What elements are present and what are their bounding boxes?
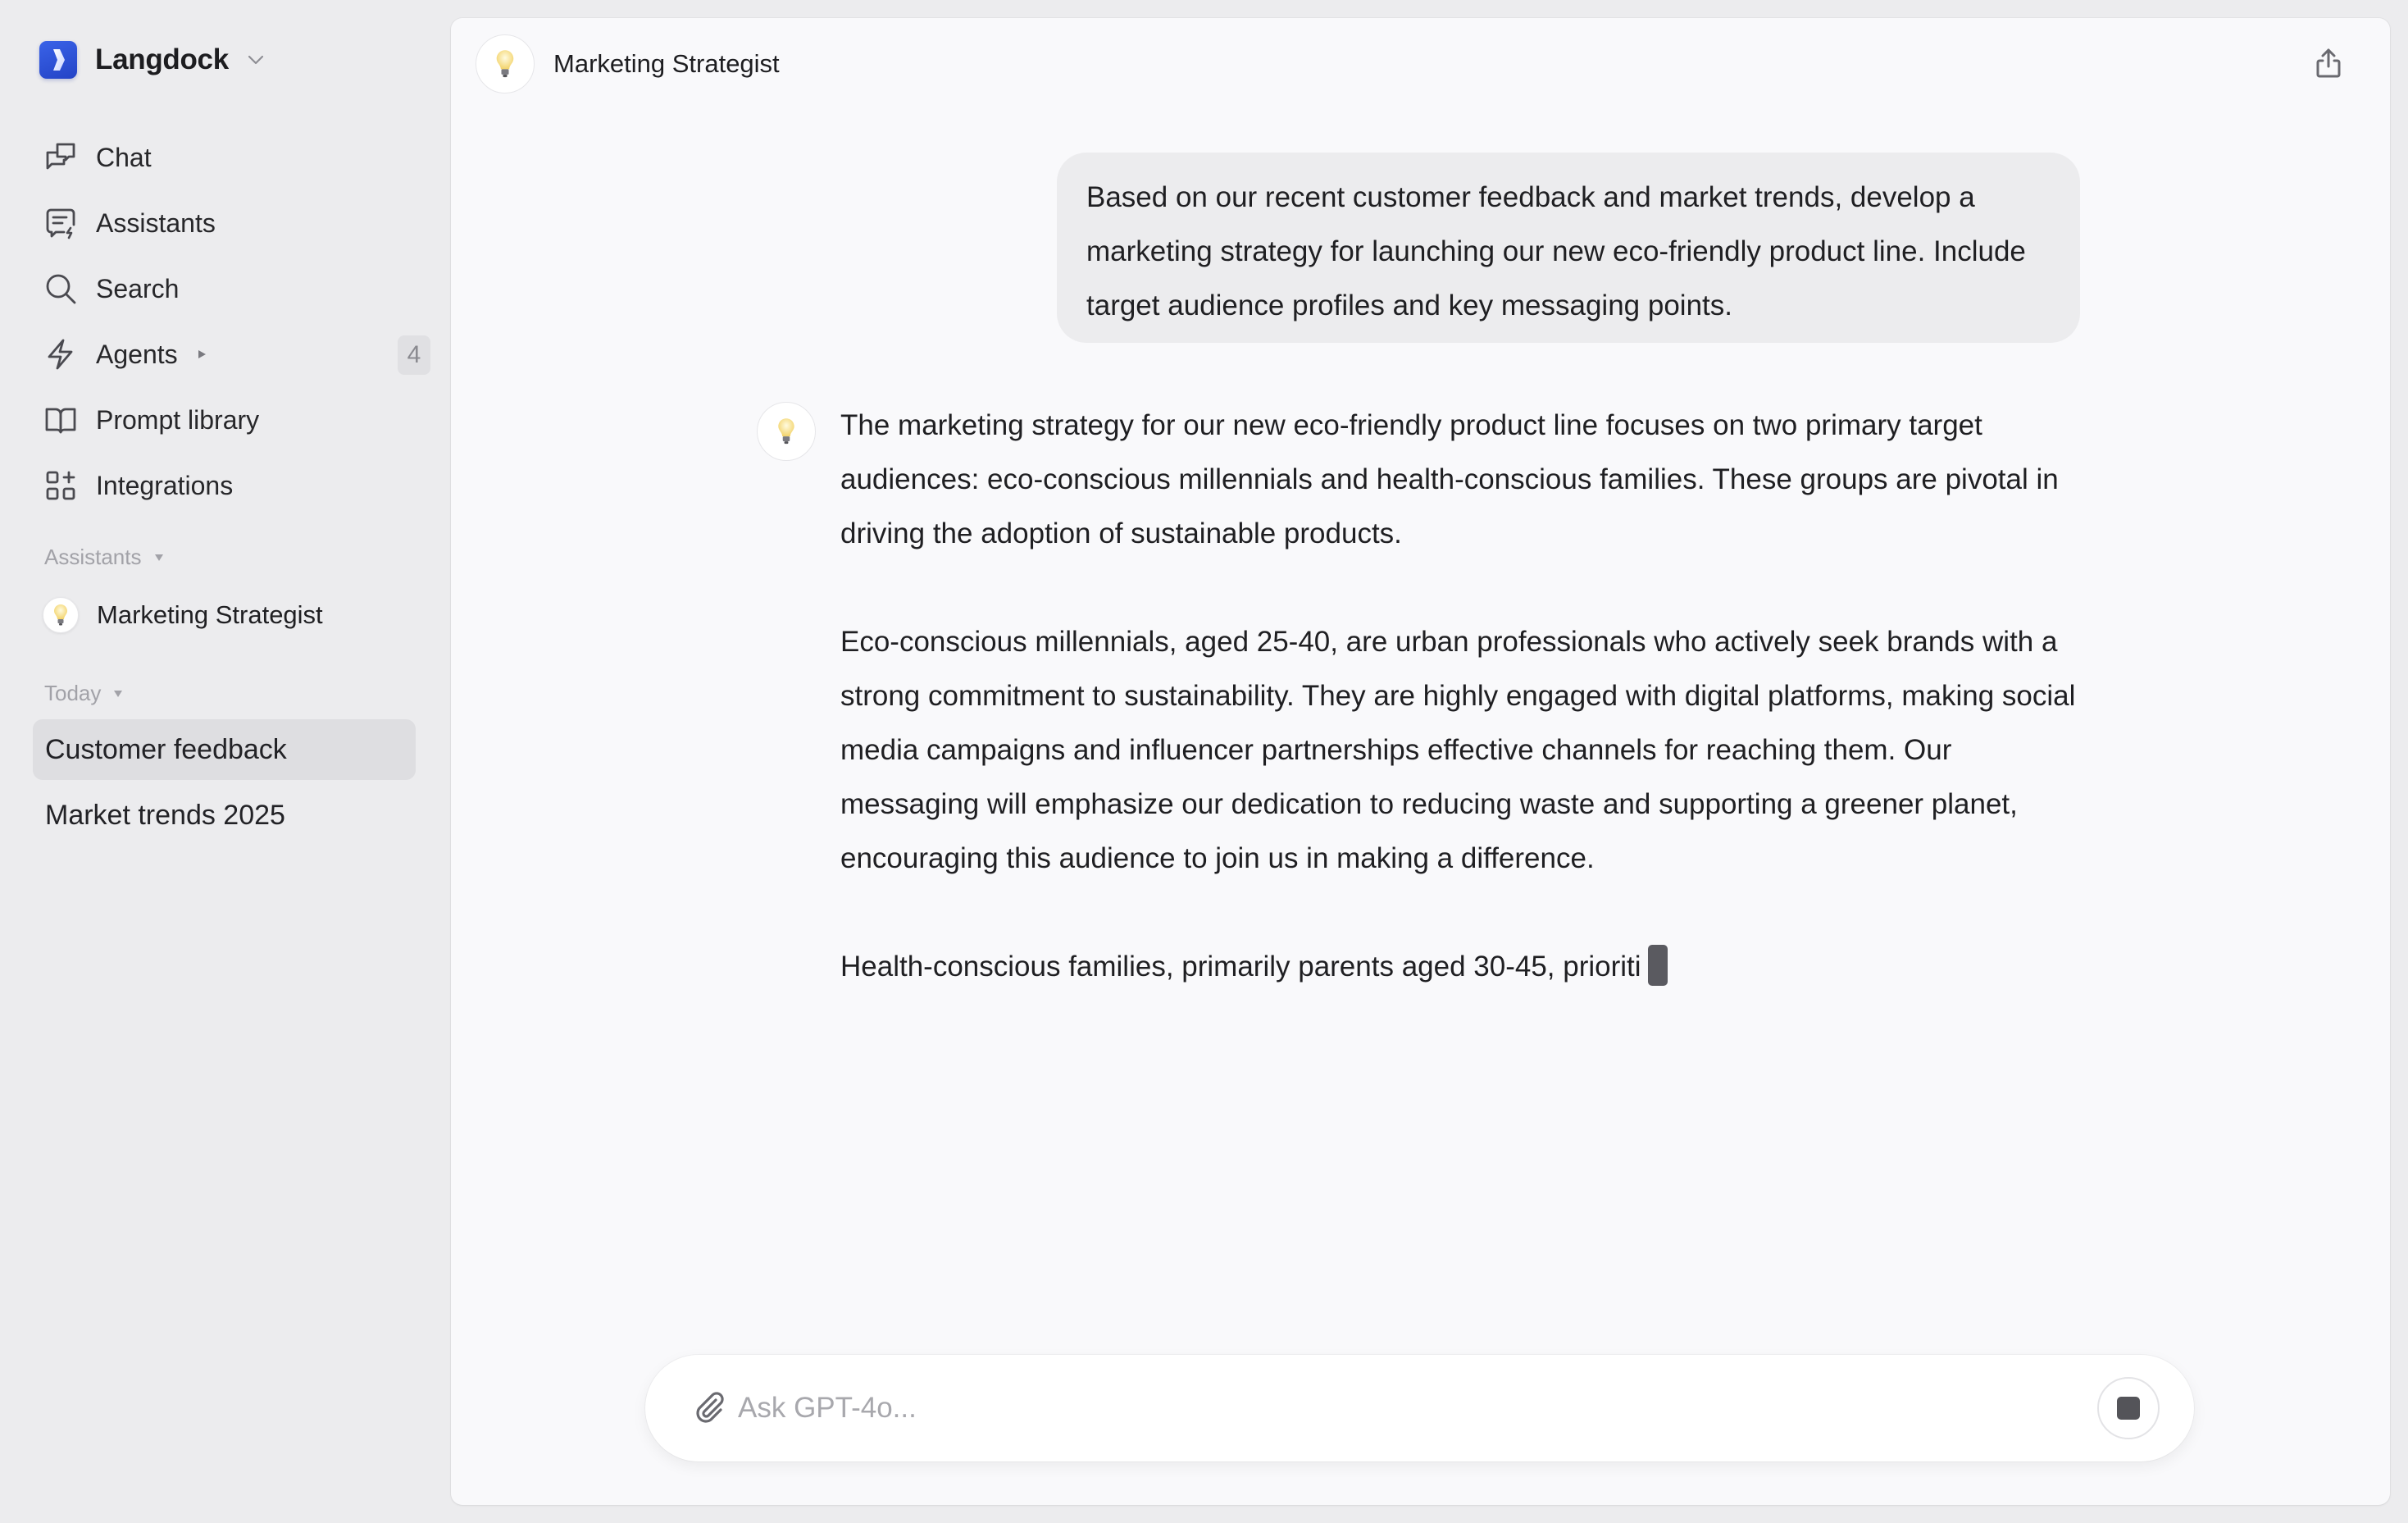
streaming-cursor <box>1647 945 1668 986</box>
caret-down-icon <box>154 554 164 562</box>
main-nav: Chat Assistants Search Agents 4 Prompt l… <box>33 125 430 518</box>
history-item-market-trends-2025[interactable]: Market trends 2025 <box>33 785 416 846</box>
response-paragraph: The marketing strategy for our new eco-f… <box>840 409 2059 549</box>
app-window: Langdock Chat Assistants Search Agents 4… <box>0 0 2408 1523</box>
caret-down-icon <box>113 690 123 698</box>
nav-label: Search <box>96 273 180 303</box>
nav-item-agents[interactable]: Agents 4 <box>33 321 430 387</box>
workspace-switcher[interactable]: Langdock <box>39 41 265 79</box>
search-icon <box>44 272 77 305</box>
nav-item-chat[interactable]: Chat <box>33 125 418 190</box>
sidebar-assistant-marketing-strategist[interactable]: Marketing Strategist <box>33 586 418 644</box>
book-icon <box>44 404 77 436</box>
response-paragraph-streaming: Health-conscious families, primarily par… <box>840 940 2087 994</box>
chat-bubbles-icon <box>44 141 77 174</box>
nav-item-search[interactable]: Search <box>33 256 418 321</box>
nav-label: Integrations <box>96 470 234 500</box>
chat-panel: Marketing Strategist Based on our recent… <box>451 18 2390 1505</box>
history-item-customer-feedback[interactable]: Customer feedback <box>33 719 416 780</box>
langdock-logo-icon <box>39 41 77 79</box>
assistant-response-avatar <box>757 402 816 461</box>
section-label: Assistants <box>44 545 142 569</box>
assistant-title: Marketing Strategist <box>553 49 780 78</box>
attach-button[interactable] <box>690 1389 728 1427</box>
stop-generation-button[interactable] <box>2097 1377 2160 1439</box>
assistant-message-icon <box>44 207 77 239</box>
nav-label: Chat <box>96 142 152 172</box>
assistants-section-toggle[interactable]: Assistants <box>44 545 164 570</box>
agents-count-badge: 4 <box>398 335 430 375</box>
nav-label: Agents <box>96 339 178 369</box>
sidebar: Langdock Chat Assistants Search Agents 4… <box>0 0 451 1523</box>
stop-icon <box>2117 1397 2140 1420</box>
today-section-toggle[interactable]: Today <box>44 681 123 706</box>
lightning-icon <box>44 338 77 371</box>
lightbulb-icon <box>43 597 79 633</box>
share-icon <box>2315 47 2342 84</box>
nav-item-prompt-library[interactable]: Prompt library <box>33 387 418 453</box>
section-label: Today <box>44 681 102 705</box>
user-message: Based on our recent customer feedback an… <box>1057 153 2080 343</box>
response-paragraph: Health-conscious families, primarily par… <box>840 951 1641 983</box>
grid-plus-icon <box>44 469 77 502</box>
share-button[interactable] <box>2308 44 2349 85</box>
assistant-avatar[interactable] <box>476 34 535 93</box>
nav-label: Prompt library <box>96 404 260 435</box>
workspace-name: Langdock <box>95 43 229 75</box>
message-composer <box>645 1355 2194 1461</box>
assistant-label: Marketing Strategist <box>97 600 323 629</box>
response-paragraph: Eco-conscious millennials, aged 25-40, a… <box>840 626 2076 874</box>
nav-label: Assistants <box>96 207 216 238</box>
lightbulb-icon <box>496 50 514 78</box>
nav-item-assistants[interactable]: Assistants <box>33 190 418 256</box>
nav-item-integrations[interactable]: Integrations <box>33 453 418 518</box>
message-input[interactable] <box>738 1384 2097 1433</box>
caret-right-icon[interactable] <box>196 349 207 360</box>
assistant-message: The marketing strategy for our new eco-f… <box>840 399 2087 994</box>
paperclip-icon <box>691 1388 727 1429</box>
chevron-down-icon <box>247 51 265 69</box>
lightbulb-icon <box>778 418 794 445</box>
